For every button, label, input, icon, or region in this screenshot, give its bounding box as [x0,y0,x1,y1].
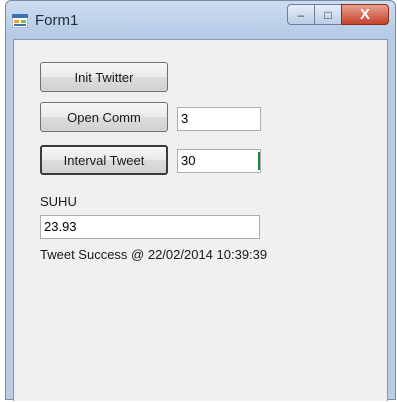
interval-value: 30 [181,153,196,168]
minimize-icon: – [297,7,305,22]
open-comm-button[interactable]: Open Comm [40,102,168,132]
app-form-icon [12,14,28,28]
comm-port-input[interactable]: 3 [177,107,261,131]
close-button[interactable]: X [341,4,389,25]
tweet-status-label: Tweet Success @ 22/02/2014 10:39:39 [40,247,268,262]
title-bar[interactable]: Form1 – □ X [6,1,395,39]
caption-buttons: – □ X [287,4,389,26]
init-twitter-button[interactable]: Init Twitter [40,62,168,92]
minimize-button[interactable]: – [287,4,314,25]
form-client-area: Init Twitter Open Comm 3 Interval Tweet … [13,39,388,401]
window-title: Form1 [35,12,79,29]
text-caret [258,152,260,170]
interval-input[interactable]: 30 [177,149,261,173]
close-icon: X [359,6,370,23]
suhu-label: SUHU [40,194,77,209]
interval-tweet-button[interactable]: Interval Tweet [40,145,168,175]
form1-window: Form1 – □ X Init Twitter Open Comm 3 Int… [5,0,396,401]
maximize-icon: □ [324,7,332,22]
maximize-button[interactable]: □ [314,4,341,25]
suhu-value-input[interactable]: 23.93 [40,215,260,239]
